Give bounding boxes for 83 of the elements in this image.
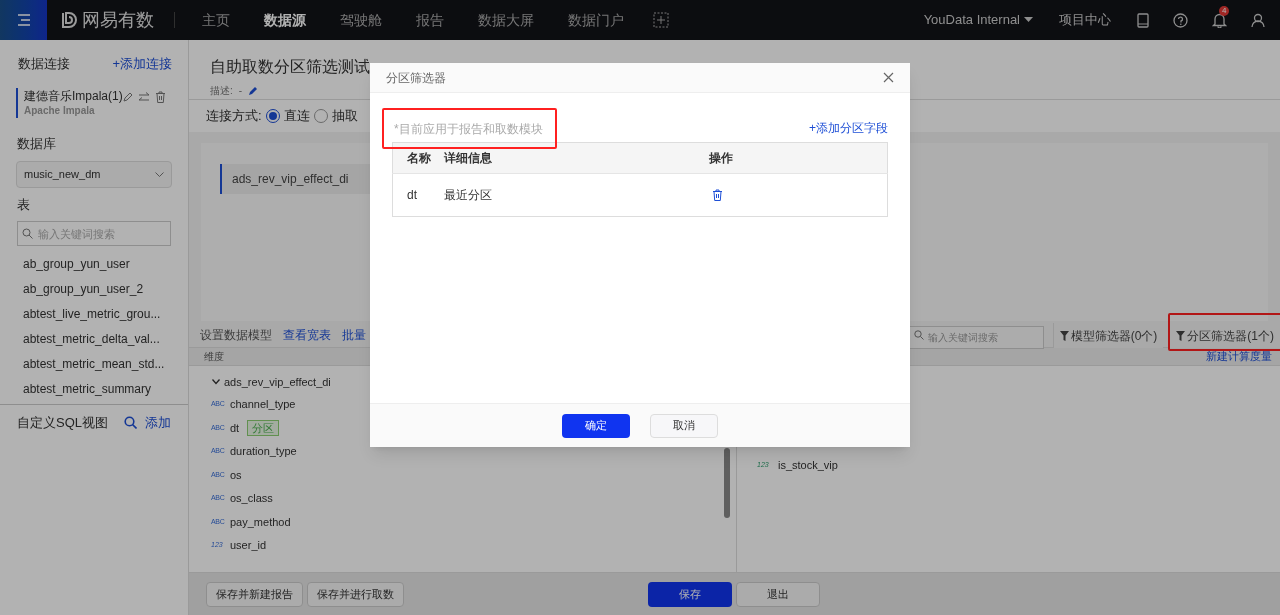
menu-icon xyxy=(15,13,32,27)
swap-icon[interactable] xyxy=(137,91,150,103)
notification-badge: 4 xyxy=(1219,6,1230,16)
connection-name: 建德音乐Impala(1) xyxy=(24,87,123,104)
project-center-link[interactable]: 项目中心 xyxy=(1059,10,1111,30)
close-icon[interactable] xyxy=(883,72,894,83)
table-cell: 最近分区 xyxy=(443,173,709,217)
cancel-button[interactable]: 取消 xyxy=(650,413,718,438)
table-list-item[interactable]: abtest_metric_delta_val... xyxy=(0,326,188,352)
table-cell: dt xyxy=(392,173,444,217)
description-label: 描述: xyxy=(210,84,233,98)
nav-tab[interactable]: 驾驶舱 xyxy=(323,9,399,31)
footer-button[interactable]: 保存并进行取数 xyxy=(307,581,404,607)
search-icon xyxy=(913,329,924,340)
filter-button[interactable]: 模型筛选器(0个) xyxy=(1052,323,1164,348)
table-list-item[interactable]: ab_group_yun_user xyxy=(0,251,188,277)
ok-button[interactable]: 确定 xyxy=(562,413,630,438)
column-header: 详细信息 xyxy=(443,142,709,174)
connection-item[interactable]: 建德音乐Impala(1) Apache Impala xyxy=(16,87,176,118)
pencil-icon[interactable] xyxy=(122,91,133,102)
connection-type: Apache Impala xyxy=(24,103,96,118)
column-header: 操作 xyxy=(708,142,888,174)
field-name[interactable]: os_class xyxy=(230,490,273,507)
nav-tab[interactable]: 数据源 xyxy=(247,9,323,31)
table-list-item[interactable]: abtest_metric_mean_std... xyxy=(0,351,188,377)
menu-button[interactable] xyxy=(0,0,47,40)
group-name: ads_rev_vip_effect_di xyxy=(224,375,331,390)
trash-icon[interactable] xyxy=(154,90,166,103)
logo-icon xyxy=(60,11,78,29)
field-name[interactable]: dt xyxy=(230,419,240,436)
chevron-down-icon xyxy=(155,171,164,178)
new-measure-link[interactable]: 新建计算度量 xyxy=(1206,348,1272,365)
workspace-dropdown[interactable]: YouData Internal xyxy=(923,10,1033,30)
toolbar-link[interactable]: 查看宽表 xyxy=(283,326,331,344)
database-select[interactable]: music_new_dm xyxy=(16,161,172,188)
tablet-icon[interactable] xyxy=(1137,12,1149,28)
user-icon[interactable] xyxy=(1251,12,1265,28)
caret-icon xyxy=(1024,17,1033,23)
section-title: 数据库 xyxy=(17,134,57,153)
filter-icon xyxy=(1059,330,1069,341)
page-title: 自助取数分区筛选测试 xyxy=(210,57,370,77)
logo-text: 网易有数 xyxy=(82,8,154,32)
field-name[interactable]: is_stock_vip xyxy=(778,457,838,474)
table-list-item[interactable]: abtest_live_metric_grou... xyxy=(0,301,188,327)
save-button[interactable]: 保存 xyxy=(648,581,732,607)
column-header: 名称 xyxy=(392,142,444,174)
field-name[interactable]: user_id xyxy=(230,537,267,554)
notification-icon[interactable] xyxy=(1212,12,1227,28)
search-icon xyxy=(22,227,33,239)
nav-tab[interactable]: 报告 xyxy=(399,9,461,31)
table-list-item[interactable]: abtest_metric_summary xyxy=(0,376,188,402)
help-icon[interactable] xyxy=(1173,12,1188,28)
footer-button[interactable]: 保存并新建报告 xyxy=(206,581,303,607)
add-sql-view-link[interactable]: 添加 xyxy=(145,412,171,432)
section-title: 数据连接 xyxy=(18,55,70,73)
description-value: - xyxy=(238,84,243,98)
nav-tab[interactable]: 数据门户 xyxy=(551,9,641,31)
pencil-icon[interactable] xyxy=(248,85,259,96)
table-list-item[interactable]: ab_group_yun_user_2 xyxy=(0,276,188,302)
nav-tab[interactable]: 主页 xyxy=(185,9,247,31)
exit-button[interactable]: 退出 xyxy=(736,581,820,607)
add-connection-link[interactable]: +添加连接 xyxy=(112,54,172,74)
connection-mode-label: 连接方式: xyxy=(206,107,262,126)
toolbar-title: 设置数据模型 xyxy=(200,327,272,344)
chevron-down-icon[interactable] xyxy=(212,379,220,386)
search-icon[interactable] xyxy=(124,415,137,429)
radio-option[interactable]: 抽取 xyxy=(313,106,358,126)
add-partition-field-link[interactable]: +添加分区字段 xyxy=(809,119,888,137)
scrollbar[interactable] xyxy=(724,448,730,518)
note-text: *目前应用于报告和取数模块 xyxy=(393,122,543,136)
trash-icon[interactable] xyxy=(711,189,723,201)
section-title: 表 xyxy=(17,196,31,214)
partition-tag: 分区 xyxy=(247,419,280,436)
filter-icon xyxy=(1176,330,1186,341)
field-name[interactable]: os xyxy=(230,466,242,483)
field-name[interactable]: pay_method xyxy=(230,513,291,530)
toolbar-link[interactable]: 批量 xyxy=(342,326,366,344)
radio-option[interactable]: 直连 xyxy=(265,106,310,126)
nav-tab[interactable]: 数据大屏 xyxy=(461,9,551,31)
section-title: 自定义SQL视图 xyxy=(17,413,108,432)
field-name[interactable]: channel_type xyxy=(230,396,296,413)
dialog-title: 分区筛选器 xyxy=(386,69,446,87)
field-name[interactable]: duration_type xyxy=(230,443,297,460)
